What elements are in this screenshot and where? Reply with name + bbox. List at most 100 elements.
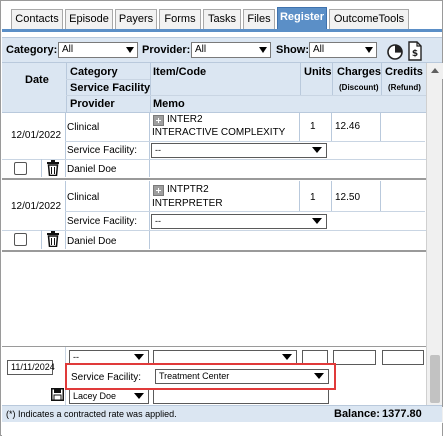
header-divider (66, 79, 150, 80)
new-entry-category-value: -- (73, 352, 79, 362)
tab-outcometools[interactable]: OutcomeTools (329, 9, 409, 30)
footer-bar: (*) Indicates a contracted rate was appl… (2, 405, 442, 422)
tab-tasks[interactable]: Tasks (203, 9, 241, 30)
service-facility-select[interactable]: -- (151, 143, 327, 158)
entry-date: 12/01/2022 (11, 201, 62, 212)
tab-episode[interactable]: Episode (65, 9, 113, 30)
pie-chart-icon[interactable] (386, 41, 404, 61)
entry-separator (2, 178, 426, 180)
filter-bar: Category: All Provider: All Show: All $ (2, 37, 442, 63)
expand-plus-icon[interactable] (153, 185, 164, 196)
provider-column-header: Provider (70, 98, 115, 110)
chevron-down-icon (259, 47, 267, 53)
row-divider (149, 113, 150, 177)
date-column-header: Date (25, 74, 49, 86)
trash-icon[interactable] (46, 160, 60, 176)
new-entry-provider-select[interactable]: Lacey Doe (69, 389, 149, 404)
chevron-down-icon (312, 147, 322, 153)
show-filter-select[interactable]: All (309, 42, 377, 58)
charges-column-header: Charges (337, 66, 382, 78)
entry-date: 12/01/2022 (11, 130, 62, 141)
entry-description: INTERACTIVE COMPLEXITY (152, 127, 286, 138)
service-facility-value: -- (155, 145, 161, 155)
scroll-up-button[interactable] (427, 63, 443, 79)
chevron-down-icon (365, 47, 373, 53)
entry-description: INTERPRETER (152, 198, 223, 209)
entry-charges: 12.46 (335, 121, 361, 132)
provider-filter-label: Provider: (142, 44, 191, 56)
save-icon[interactable] (51, 388, 64, 401)
balance-label: Balance: (334, 408, 380, 420)
chevron-down-icon (134, 393, 144, 399)
entry-code: INTER2 (167, 114, 203, 125)
balance-value: 1377.80 (382, 408, 422, 420)
row-divider (149, 181, 150, 249)
row-divider (299, 113, 300, 141)
entry-separator (2, 250, 426, 252)
service-facility-select[interactable]: -- (151, 214, 327, 229)
entry-code: INTPTR2 (167, 184, 209, 195)
tab-bar: Contacts Episode Payers Forms Tasks File… (2, 2, 442, 30)
grid-header: Date Category Service Facility Provider … (2, 63, 426, 113)
row-divider (41, 230, 42, 249)
chevron-down-icon (126, 47, 134, 53)
header-divider (150, 63, 151, 113)
row-divider (65, 113, 66, 177)
service-facility-label: Service Facility: (67, 216, 138, 227)
units-column-header: Units (304, 66, 332, 78)
row-divider (2, 230, 426, 231)
service-facility-column-header: Service Facility (70, 82, 151, 94)
chevron-down-icon (312, 218, 322, 224)
category-filter-select[interactable]: All (58, 42, 138, 58)
header-divider (332, 63, 333, 95)
provider-filter-select[interactable]: All (191, 42, 271, 58)
highlight-box (65, 363, 336, 390)
new-entry-date-value: 11/11/2024 (11, 362, 55, 372)
tab-payers[interactable]: Payers (115, 9, 157, 30)
new-entry-credits-input[interactable] (382, 350, 424, 365)
entry-units: 1 (310, 192, 316, 203)
tab-underline (2, 29, 442, 32)
row-divider (380, 181, 381, 211)
header-divider (66, 95, 426, 96)
row-divider (331, 113, 332, 141)
header-divider (381, 63, 382, 95)
entry-select-checkbox[interactable] (14, 162, 27, 175)
new-entry-date-input[interactable]: 11/11/2024 (7, 360, 55, 375)
entry-select-checkbox[interactable] (14, 233, 27, 246)
tab-contacts[interactable]: Contacts (11, 9, 63, 30)
tab-files[interactable]: Files (243, 9, 275, 30)
discount-column-header: (Discount) (339, 83, 379, 92)
header-divider (66, 63, 67, 113)
show-filter-label: Show: (276, 44, 309, 56)
new-entry-provider-value: Lacey Doe (73, 391, 117, 401)
new-entry-charges-input[interactable] (333, 350, 376, 365)
arrow-up-icon (431, 68, 439, 73)
tab-register[interactable]: Register (277, 7, 327, 30)
entry-category: Clinical (67, 192, 100, 203)
document-dollar-icon[interactable]: $ (406, 41, 424, 61)
row-divider (331, 181, 332, 211)
new-entry-memo-input[interactable] (153, 389, 329, 404)
row-divider (65, 141, 425, 142)
expand-plus-icon[interactable] (153, 115, 164, 126)
trash-icon[interactable] (46, 231, 60, 247)
provider-filter-value: All (195, 44, 207, 55)
row-divider (41, 159, 42, 177)
vertical-scrollbar[interactable] (426, 63, 443, 423)
chevron-down-icon (282, 354, 292, 360)
service-facility-value: -- (155, 216, 161, 226)
register-panel: Contacts Episode Payers Forms Tasks File… (0, 0, 443, 436)
show-filter-value: All (313, 44, 325, 55)
item-code-column-header: Item/Code (153, 66, 207, 78)
refund-column-header: (Refund) (388, 83, 421, 92)
service-facility-label: Service Facility: (67, 145, 138, 156)
entry-category: Clinical (67, 122, 100, 133)
svg-text:$: $ (412, 49, 418, 59)
entry-units: 1 (310, 121, 316, 132)
scrollbar-thumb[interactable] (430, 355, 440, 403)
tab-forms[interactable]: Forms (159, 9, 201, 30)
bottom-band (2, 422, 442, 436)
chevron-down-icon (134, 354, 144, 360)
row-divider (380, 113, 381, 141)
